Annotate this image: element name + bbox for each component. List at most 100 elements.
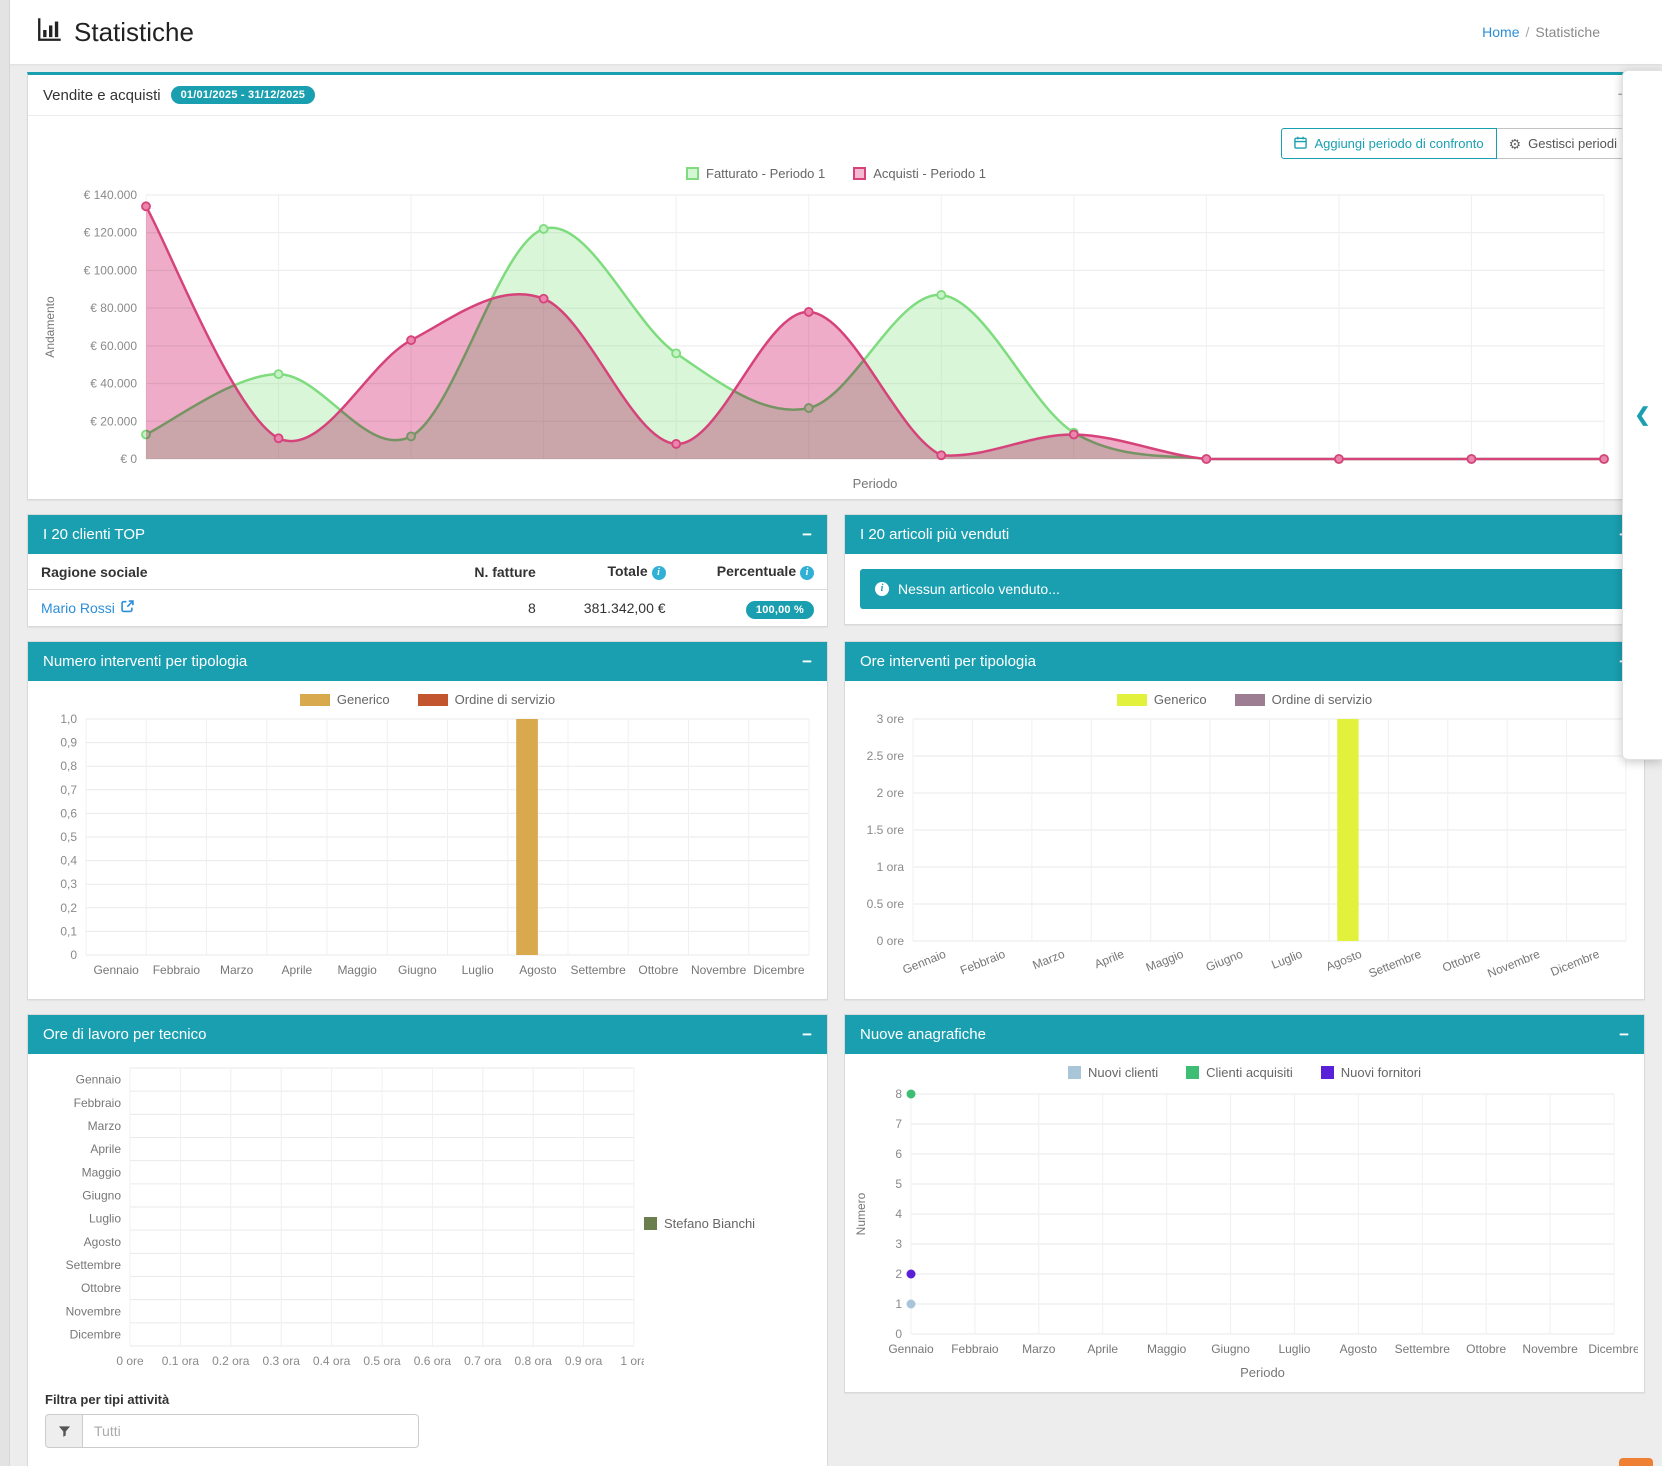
legend-item[interactable]: Nuovi clienti: [1068, 1065, 1158, 1080]
legend-label: Nuovi clienti: [1088, 1065, 1158, 1080]
svg-text:Numero: Numero: [854, 1192, 868, 1235]
ore-interventi-legend: Generico Ordine di servizio: [851, 685, 1638, 711]
svg-text:Maggio: Maggio: [337, 963, 377, 977]
info-icon: i: [875, 582, 889, 596]
svg-text:Gennaio: Gennaio: [888, 1342, 934, 1356]
legend-swatch: [300, 694, 330, 706]
legend-swatch: [644, 1217, 657, 1230]
numero-interventi-title: Numero interventi per tipologia: [43, 653, 247, 670]
svg-text:4: 4: [895, 1207, 902, 1221]
svg-text:Novembre: Novembre: [1522, 1342, 1578, 1356]
svg-text:Gennaio: Gennaio: [76, 1073, 122, 1087]
page-header: Statistiche Home/Statistiche: [10, 0, 1662, 64]
legend-item[interactable]: Generico: [1117, 692, 1207, 707]
svg-text:€ 60.000: € 60.000: [90, 339, 137, 353]
svg-text:Luglio: Luglio: [1269, 947, 1304, 972]
legend-label: Acquisti - Periodo 1: [873, 166, 986, 181]
svg-text:Marzo: Marzo: [1022, 1342, 1056, 1356]
breadcrumb-current: Statistiche: [1535, 24, 1600, 40]
legend-item[interactable]: Ordine di servizio: [1235, 692, 1372, 707]
legend-swatch: [418, 694, 448, 706]
vendite-chart-legend: Fatturato - Periodo 1 Acquisti - Periodo …: [38, 159, 1634, 185]
svg-text:Agosto: Agosto: [84, 1235, 122, 1249]
drawer-toggle-button[interactable]: ❮: [1635, 404, 1651, 427]
svg-text:0,5: 0,5: [60, 830, 77, 844]
svg-text:Marzo: Marzo: [220, 963, 254, 977]
legend-item[interactable]: Nuovi fornitori: [1321, 1065, 1421, 1080]
clienti-top-panel: I 20 clienti TOP − Ragione sociale N. fa…: [27, 514, 828, 627]
legend-item[interactable]: Ordine di servizio: [418, 692, 555, 707]
col-totale: Totale i: [549, 554, 679, 590]
svg-text:0.6 ora: 0.6 ora: [414, 1354, 452, 1368]
collapse-button[interactable]: −: [802, 526, 812, 543]
legend-swatch: [1235, 694, 1265, 706]
ore-lavoro-panel: Ore di lavoro per tecnico − GennaioFebbr…: [27, 1014, 828, 1466]
collapse-button[interactable]: −: [1619, 1026, 1629, 1043]
svg-text:Aprile: Aprile: [1087, 1342, 1118, 1356]
svg-text:0.9 ora: 0.9 ora: [565, 1354, 603, 1368]
svg-text:0.5 ore: 0.5 ore: [867, 897, 905, 911]
add-comparison-period-button[interactable]: Aggiungi periodo di confronto: [1281, 128, 1496, 159]
empty-state-alert: i Nessun articolo venduto...: [860, 569, 1629, 609]
svg-text:0.2 ora: 0.2 ora: [212, 1354, 250, 1368]
svg-text:Dicembre: Dicembre: [70, 1327, 122, 1341]
svg-text:0,9: 0,9: [60, 736, 77, 750]
legend-label: Stefano Bianchi: [664, 1216, 755, 1231]
floating-action-button-partial[interactable]: [1619, 1458, 1653, 1466]
legend-swatch: [1117, 694, 1147, 706]
anagrafiche-panel: Nuove anagrafiche − Nuovi clienti Clienti…: [844, 1014, 1645, 1393]
svg-text:Giugno: Giugno: [1211, 1342, 1250, 1356]
legend-item[interactable]: Fatturato - Periodo 1: [686, 166, 825, 181]
activity-filter-input[interactable]: [82, 1414, 419, 1448]
svg-text:€ 140.000: € 140.000: [84, 188, 138, 202]
svg-text:1,0: 1,0: [60, 712, 77, 726]
legend-swatch: [686, 167, 699, 180]
ore-lavoro-title: Ore di lavoro per tecnico: [43, 1026, 206, 1043]
collapse-button[interactable]: −: [802, 1026, 812, 1043]
settings-drawer: ❮: [1622, 70, 1662, 760]
legend-item[interactable]: Stefano Bianchi: [644, 1216, 755, 1231]
info-icon[interactable]: i: [800, 566, 814, 580]
legend-item[interactable]: Clienti acquisiti: [1186, 1065, 1293, 1080]
svg-text:0,8: 0,8: [60, 759, 77, 773]
cell-totale: 381.342,00 €: [549, 590, 679, 627]
gear-icon: ⚙: [1509, 137, 1522, 151]
svg-text:3: 3: [895, 1237, 902, 1251]
breadcrumb-separator: /: [1526, 24, 1530, 40]
svg-text:0 ore: 0 ore: [877, 934, 905, 948]
svg-text:0,7: 0,7: [60, 783, 77, 797]
table-row: Mario Rossi 8 381.342,00 € 100,00 %: [28, 590, 827, 627]
svg-text:Febbraio: Febbraio: [951, 1342, 999, 1356]
filter-icon: [45, 1414, 82, 1448]
svg-text:6: 6: [895, 1147, 902, 1161]
svg-text:0: 0: [70, 948, 77, 962]
svg-text:Gennaio: Gennaio: [93, 963, 139, 977]
ore-interventi-panel: Ore interventi per tipologia − GenericoO…: [844, 641, 1645, 1000]
svg-text:€ 100.000: € 100.000: [84, 263, 138, 277]
svg-text:Ottobre: Ottobre: [1440, 947, 1483, 975]
legend-item[interactable]: Acquisti - Periodo 1: [853, 166, 986, 181]
breadcrumb-home-link[interactable]: Home: [1482, 24, 1519, 40]
collapse-button[interactable]: −: [802, 653, 812, 670]
svg-text:Gennaio: Gennaio: [901, 947, 949, 977]
manage-periods-button[interactable]: ⚙ Gestisci periodi: [1497, 128, 1630, 159]
svg-text:1 ora: 1 ora: [877, 860, 905, 874]
articoli-panel-title: I 20 articoli più venduti: [860, 526, 1009, 543]
svg-text:0,4: 0,4: [60, 854, 77, 868]
svg-text:0.4 ora: 0.4 ora: [313, 1354, 351, 1368]
info-icon[interactable]: i: [652, 566, 666, 580]
legend-item[interactable]: Generico: [300, 692, 390, 707]
svg-text:Dicembre: Dicembre: [1588, 1342, 1638, 1356]
articoli-panel: I 20 articoli più venduti − i Nessun art…: [844, 514, 1645, 625]
svg-text:Agosto: Agosto: [519, 963, 557, 977]
svg-text:2.5 ore: 2.5 ore: [867, 749, 905, 763]
svg-text:Aprile: Aprile: [90, 1142, 121, 1156]
empty-state-text: Nessun articolo venduto...: [898, 581, 1060, 597]
svg-text:Settembre: Settembre: [66, 1258, 122, 1272]
svg-text:Dicembre: Dicembre: [1549, 947, 1602, 979]
svg-text:Periodo: Periodo: [853, 476, 898, 491]
svg-text:0.1 ora: 0.1 ora: [162, 1354, 200, 1368]
anagrafiche-title: Nuove anagrafiche: [860, 1026, 986, 1043]
client-link[interactable]: Mario Rossi: [41, 600, 134, 616]
svg-text:Novembre: Novembre: [691, 963, 747, 977]
